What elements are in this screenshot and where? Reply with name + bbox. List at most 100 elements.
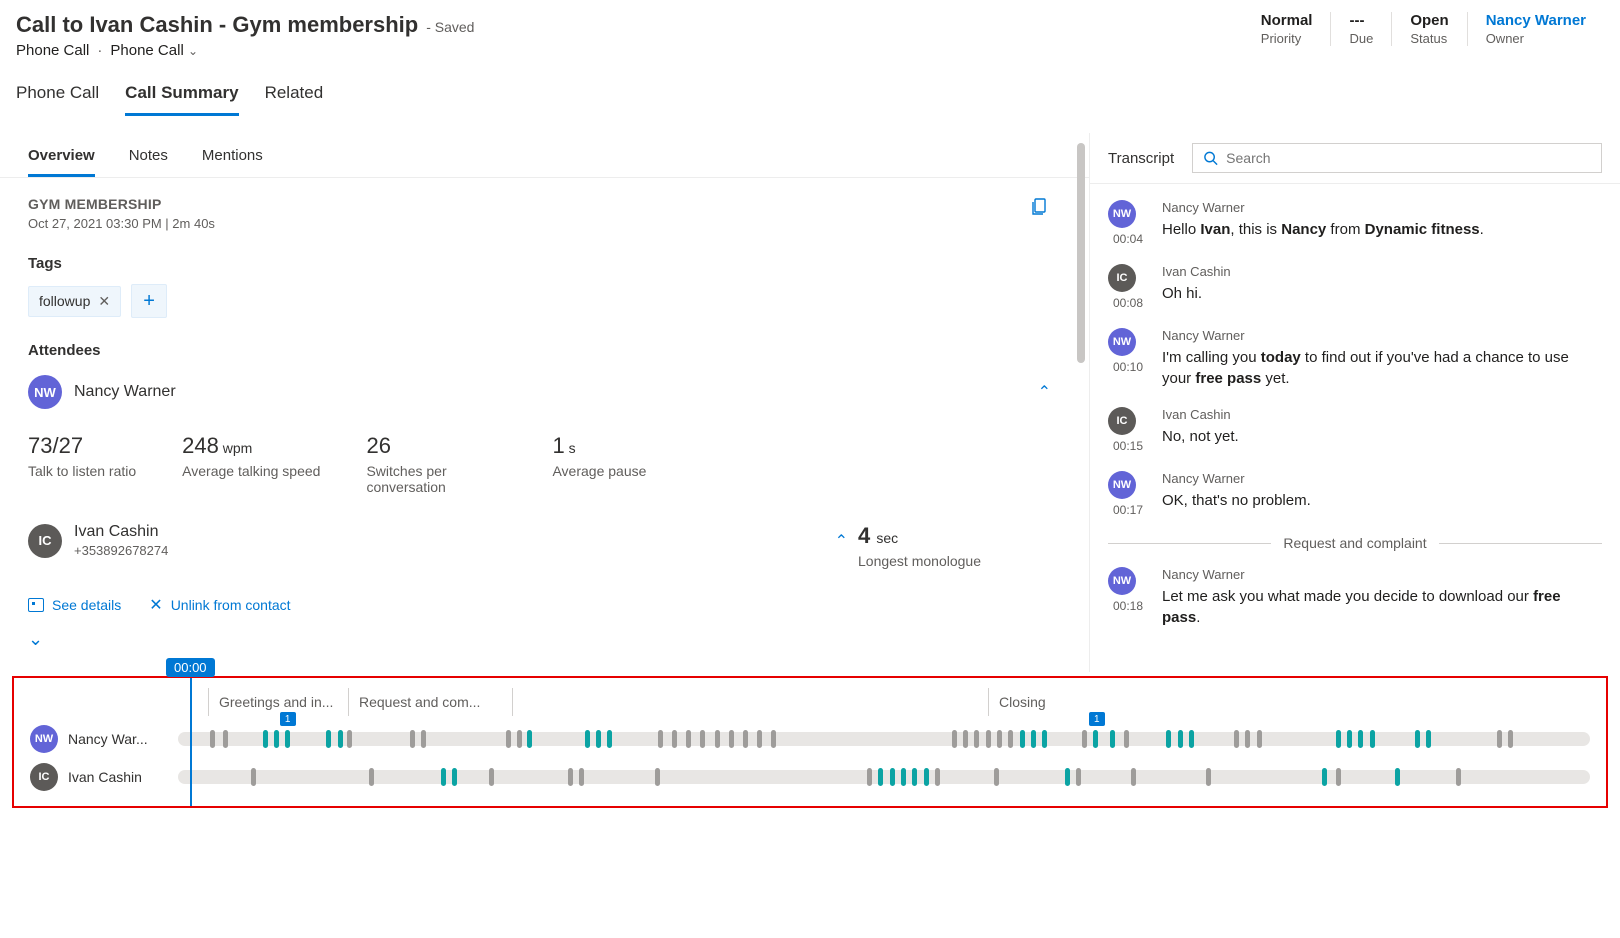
page-header: Call to Ivan Cashin - Gym membership - S… <box>0 0 1620 65</box>
tick <box>1395 768 1400 786</box>
entry-left: NW00:17 <box>1108 471 1148 517</box>
tick <box>1042 730 1047 748</box>
entry-content: Nancy WarnerLet me ask you what made you… <box>1162 567 1602 628</box>
tab-phone-call[interactable]: Phone Call <box>16 83 99 116</box>
transcript-entry[interactable]: IC00:08Ivan CashinOh hi. <box>1108 264 1602 310</box>
page-title: Call to Ivan Cashin - Gym membership <box>16 12 418 38</box>
overview-body: GYM MEMBERSHIP Oct 27, 2021 03:30 PM | 2… <box>0 178 1089 672</box>
track-bar[interactable] <box>178 770 1590 784</box>
marker[interactable]: 1 <box>1089 712 1105 726</box>
chevron-down-icon[interactable]: ⌄ <box>28 629 1061 650</box>
timeline-segment[interactable]: Greetings and in... <box>208 688 348 716</box>
entry-time: 00:18 <box>1108 599 1148 613</box>
meta-label: Status <box>1410 31 1448 46</box>
meta-block[interactable]: OpenStatus <box>1391 12 1466 46</box>
tick <box>274 730 279 748</box>
tick <box>489 768 494 786</box>
transcript-body: NW00:04Nancy WarnerHello Ivan, this is N… <box>1090 184 1620 662</box>
search-input[interactable] <box>1226 150 1591 166</box>
content-area: Overview Notes Mentions GYM MEMBERSHIP Oct… <box>0 133 1620 672</box>
meta-value: --- <box>1349 12 1373 29</box>
tick <box>1456 768 1461 786</box>
tick <box>1093 730 1098 748</box>
transcript-entry[interactable]: NW00:04Nancy WarnerHello Ivan, this is N… <box>1108 200 1602 246</box>
entry-text: Oh hi. <box>1162 283 1602 304</box>
transcript-entry[interactable]: IC00:15Ivan CashinNo, not yet. <box>1108 407 1602 453</box>
entry-content: Ivan CashinNo, not yet. <box>1162 407 1602 453</box>
marker[interactable]: 1 <box>280 712 296 726</box>
subtitle-dropdown[interactable]: Phone Call ⌄ <box>110 42 198 59</box>
tick <box>686 730 691 748</box>
tab-call-summary[interactable]: Call Summary <box>125 83 238 116</box>
transcript-entry[interactable]: NW00:18Nancy WarnerLet me ask you what m… <box>1108 567 1602 628</box>
longest-value: 4 sec <box>858 523 981 549</box>
stat-block: 1 sAverage pause <box>552 433 646 495</box>
copy-icon[interactable] <box>1029 196 1049 221</box>
unlink-button[interactable]: ✕ Unlink from contact <box>149 595 290 615</box>
close-icon[interactable]: ✕ <box>98 293 110 310</box>
chevron-up-icon[interactable]: ⌃ <box>1038 382 1051 402</box>
tick <box>1245 730 1250 748</box>
inner-tab-overview[interactable]: Overview <box>28 147 95 177</box>
avatar: NW <box>1108 328 1136 356</box>
search-icon <box>1203 150 1218 166</box>
attendees-title: Attendees <box>28 342 1061 359</box>
track-bar[interactable]: 11 <box>178 732 1590 746</box>
entry-time: 00:15 <box>1108 439 1148 453</box>
meta-block[interactable]: Nancy WarnerOwner <box>1467 12 1604 46</box>
tick <box>1110 730 1115 748</box>
attendee-head-2[interactable]: IC Ivan Cashin +353892678274 ⌃ <box>28 523 858 558</box>
stat-label: Average pause <box>552 463 646 479</box>
link-row: See details ✕ Unlink from contact <box>28 595 1061 615</box>
tick <box>452 768 457 786</box>
avatar: NW <box>1108 200 1136 228</box>
timeline-segment[interactable]: Request and com... <box>348 688 512 716</box>
playhead-label: 00:00 <box>166 658 215 677</box>
add-tag-button[interactable]: + <box>131 284 167 318</box>
transcript-entry[interactable]: NW00:17Nancy WarnerOK, that's no problem… <box>1108 471 1602 517</box>
inner-tabs: Overview Notes Mentions <box>0 133 1089 178</box>
timeline-segment[interactable] <box>512 688 988 716</box>
tick <box>506 730 511 748</box>
inner-tab-mentions[interactable]: Mentions <box>202 147 263 177</box>
stat-value: 248 wpm <box>182 433 320 459</box>
entry-speaker: Nancy Warner <box>1162 328 1602 343</box>
stat-block: 26Switches per conversation <box>366 433 506 495</box>
stats-row: 73/27Talk to listen ratio248 wpmAverage … <box>28 433 1061 495</box>
inner-tab-notes[interactable]: Notes <box>129 147 168 177</box>
meta-block[interactable]: ---Due <box>1330 12 1391 46</box>
meta-value: Normal <box>1261 12 1313 29</box>
timeline: 00:00 Greetings and in...Request and com… <box>12 676 1608 808</box>
tick <box>986 730 991 748</box>
tab-related[interactable]: Related <box>265 83 324 116</box>
tick <box>1370 730 1375 748</box>
tick <box>700 730 705 748</box>
tick <box>1031 730 1036 748</box>
chevron-down-icon: ⌄ <box>188 44 198 58</box>
tick <box>579 768 584 786</box>
transcript-entry[interactable]: NW00:10Nancy WarnerI'm calling you today… <box>1108 328 1602 389</box>
see-details-button[interactable]: See details <box>28 595 121 615</box>
tick <box>1336 768 1341 786</box>
search-box[interactable] <box>1192 143 1602 173</box>
tick <box>952 730 957 748</box>
attendee-head-1[interactable]: NW Nancy Warner ⌃ <box>28 375 1061 409</box>
tracks: NWNancy War...11ICIvan Cashin <box>30 724 1590 792</box>
tick <box>1415 730 1420 748</box>
meta-block[interactable]: NormalPriority <box>1243 12 1331 46</box>
chevron-up-icon-2[interactable]: ⌃ <box>835 531 848 551</box>
meta-label: Owner <box>1486 31 1586 46</box>
tick <box>1206 768 1211 786</box>
tick <box>1322 768 1327 786</box>
tick <box>771 730 776 748</box>
tag-chip[interactable]: followup✕ <box>28 286 121 317</box>
tick <box>1131 768 1136 786</box>
avatar-ic: IC <box>28 524 62 558</box>
entry-text: Let me ask you what made you decide to d… <box>1162 586 1602 628</box>
timeline-segment[interactable]: Closing <box>988 688 1458 716</box>
playhead[interactable]: 00:00 <box>190 678 192 806</box>
stat-label: Switches per conversation <box>366 463 506 495</box>
tick <box>878 768 883 786</box>
entry-time: 00:17 <box>1108 503 1148 517</box>
entry-text: Hello Ivan, this is Nancy from Dynamic f… <box>1162 219 1602 240</box>
